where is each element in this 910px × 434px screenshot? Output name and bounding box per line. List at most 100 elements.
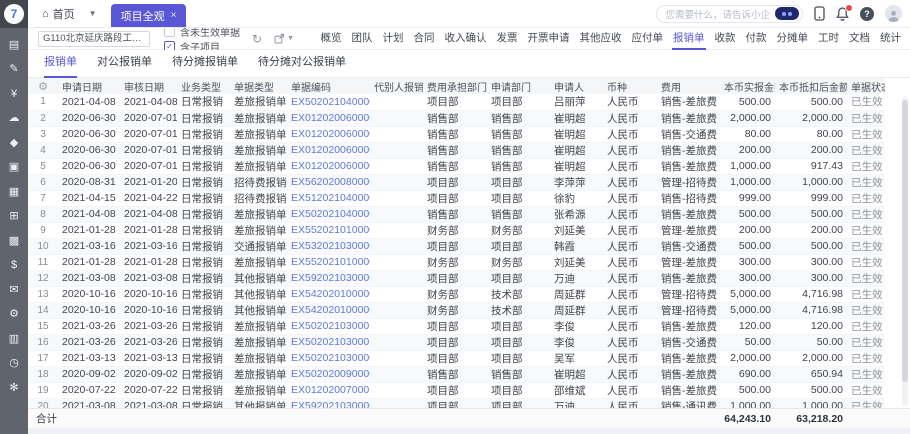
table-row[interactable]: 92021-01-282021-01-28日常报销差旅报销单…EX5520210… — [28, 222, 885, 238]
project-card-icon[interactable]: ▤ — [7, 38, 21, 52]
menu-item-付款[interactable]: 付款 — [745, 27, 768, 50]
export-icon[interactable]: ▼ — [274, 33, 294, 44]
assistant-search-input[interactable]: 您需要什么，请告诉小企 — [656, 5, 803, 23]
mobile-app-icon[interactable] — [814, 6, 825, 21]
user-avatar[interactable] — [885, 5, 902, 22]
column-settings-icon[interactable]: ⚙ — [38, 81, 48, 93]
home-tab[interactable]: ⌂ 首页 ▼ — [42, 6, 97, 22]
column-header-费用承担部门[interactable]: 费用承担部门 — [423, 78, 487, 94]
table-row[interactable]: 152021-03-262021-03-26日常报销差旅报销单…EX502021… — [28, 318, 885, 334]
document-code-link[interactable]: EX5920210300003 — [287, 270, 370, 286]
media-card-icon[interactable]: ▦ — [7, 185, 21, 199]
column-header-申请人[interactable]: 申请人 — [550, 78, 603, 94]
table-row[interactable]: 162021-03-262021-03-26日常报销差旅报销单…EX502021… — [28, 334, 885, 350]
document-code-link[interactable]: EX5020210300014 — [287, 334, 370, 350]
table-row[interactable]: 82021-04-082021-04-08日常报销差旅报销单…EX5020210… — [28, 206, 885, 222]
document-code-link[interactable]: EX0120200600007 — [287, 126, 370, 142]
menu-item-工时[interactable]: 工时 — [817, 27, 840, 50]
ledger-icon[interactable]: ¥ — [7, 87, 21, 101]
report-mail-icon[interactable]: ✉ — [7, 283, 21, 297]
document-code-link[interactable]: EX5120210400001 — [287, 190, 370, 206]
document-code-link[interactable]: EX5020210300014 — [287, 318, 370, 334]
apps-grid-icon[interactable]: ▩ — [7, 234, 21, 248]
table-scroll-area[interactable]: 12021-04-082021-04-08日常报销差旅报销单…EX5020210… — [28, 94, 910, 408]
document-code-link[interactable]: EX5920210300003 — [287, 398, 370, 408]
document-code-link[interactable]: EX5020210300006 — [287, 350, 370, 366]
column-header-单据状态[interactable]: 单据状态 — [847, 78, 885, 94]
menu-item-其他应收[interactable]: 其他应收 — [579, 27, 623, 50]
ai-assistant-icon[interactable] — [775, 7, 799, 20]
table-row[interactable]: 42020-06-302020-07-01日常报销差旅报销单…EX0120200… — [28, 142, 885, 158]
table-row[interactable]: 172021-03-132021-03-13日常报销差旅报销单…EX502021… — [28, 350, 885, 366]
menu-item-分摊单[interactable]: 分摊单 — [776, 27, 810, 50]
tab-project-overview[interactable]: 项目全观 × — [111, 4, 187, 27]
document-code-link[interactable]: EX0120200600007 — [287, 142, 370, 158]
menu-item-报销单[interactable]: 报销单 — [672, 27, 706, 50]
menu-item-概览[interactable]: 概览 — [320, 27, 343, 50]
security-shield-icon[interactable]: ◆ — [7, 136, 21, 150]
subtab-待分摊报销单[interactable]: 待分摊报销单 — [172, 53, 238, 78]
chevron-down-icon[interactable]: ▼ — [287, 35, 294, 42]
notifications-bell-icon[interactable] — [836, 7, 849, 21]
column-header-申请部门[interactable]: 申请部门 — [487, 78, 550, 94]
document-code-link[interactable]: EX5020210400004 — [287, 206, 370, 222]
menu-item-合同[interactable]: 合同 — [413, 27, 436, 50]
menu-item-文档[interactable]: 文档 — [848, 27, 871, 50]
column-header-代别人报销[interactable]: 代别人报销 — [370, 78, 423, 94]
close-icon[interactable]: × — [171, 10, 177, 21]
menu-item-收入确认[interactable]: 收入确认 — [444, 27, 488, 50]
table-row[interactable]: 112021-01-282021-01-28日常报销差旅报销单…EX552021… — [28, 254, 885, 270]
settings-gear-icon[interactable]: ⚙ — [7, 308, 21, 322]
document-code-link[interactable]: EX5420201000001 — [287, 286, 370, 302]
document-code-link[interactable]: EX5020210400003 — [287, 94, 370, 110]
table-row[interactable]: 192020-07-222020-07-22日常报销差旅报销单…EX012020… — [28, 382, 885, 398]
assets-bag-icon[interactable]: ▣ — [7, 161, 21, 175]
column-header-审核日期[interactable]: 审核日期 — [120, 78, 177, 94]
vertical-scrollbar[interactable] — [902, 96, 908, 406]
menu-item-应付单[interactable]: 应付单 — [631, 27, 665, 50]
table-row[interactable]: 182020-09-022020-09-02日常报销差旅报销单…EX502020… — [28, 366, 885, 382]
table-row[interactable]: 122021-03-082021-03-08日常报销其他报销单…EX592021… — [28, 270, 885, 286]
services-asterisk-icon[interactable]: ✻ — [7, 381, 21, 395]
document-code-link[interactable]: EX5320210300001 — [287, 238, 370, 254]
chevron-down-icon[interactable]: ▼ — [89, 9, 97, 18]
subtab-待分摊对公报销单[interactable]: 待分摊对公报销单 — [258, 53, 346, 78]
table-row[interactable]: 62020-08-312021-01-20日常报销招待费报销…EX5620200… — [28, 174, 885, 190]
column-header-费用[interactable]: 费用 — [657, 78, 720, 94]
project-selector[interactable]: G110北京延庆路段工程造价1… — [38, 31, 150, 47]
document-code-link[interactable]: EX5420201000001 — [287, 302, 370, 318]
document-code-link[interactable]: EX5020200900005 — [287, 366, 370, 382]
menu-item-收款[interactable]: 收款 — [714, 27, 737, 50]
column-header-本币抵扣后金额[interactable]: 本币抵扣后金额 — [775, 78, 847, 94]
subtab-报销单[interactable]: 报销单 — [44, 53, 77, 78]
column-header-业务类型[interactable]: 业务类型 — [177, 78, 230, 94]
table-row[interactable]: 72021-04-152021-04-22日常报销招待费报销…EX5120210… — [28, 190, 885, 206]
history-clock-icon[interactable]: ◷ — [7, 357, 21, 371]
document-code-link[interactable]: EX0120200600007 — [287, 158, 370, 174]
table-row[interactable]: 52020-06-302020-07-01日常报销差旅报销单…EX0120200… — [28, 158, 885, 174]
document-code-link[interactable]: EX5520210100003 — [287, 254, 370, 270]
contract-edit-icon[interactable]: ✎ — [7, 63, 21, 77]
help-icon[interactable]: ? — [860, 7, 874, 21]
table-row[interactable]: 12021-04-082021-04-08日常报销差旅报销单…EX5020210… — [28, 94, 885, 110]
column-header-单据编码[interactable]: 单据编码 — [287, 78, 370, 94]
scrollbar-thumb[interactable] — [902, 100, 908, 382]
finance-doc-icon[interactable]: $ — [7, 259, 21, 273]
column-header-本币实报金额[interactable]: 本币实报金额 — [720, 78, 775, 94]
table-row[interactable]: 22020-06-302020-07-01日常报销差旅报销单…EX0120200… — [28, 110, 885, 126]
column-header-单据类型[interactable]: 单据类型 — [230, 78, 287, 94]
table-row[interactable]: 142020-10-162020-10-16日常报销其他报销单…EX542020… — [28, 302, 885, 318]
analytics-bars-icon[interactable]: ▥ — [7, 332, 21, 346]
document-code-link[interactable]: EX5520210100001 — [287, 222, 370, 238]
menu-item-开票申请[interactable]: 开票申请 — [527, 27, 571, 50]
cloud-approve-icon[interactable]: ☁ — [7, 112, 21, 126]
menu-item-发票[interactable]: 发票 — [496, 27, 519, 50]
app-logo[interactable]: 7 — [0, 0, 28, 28]
column-header-币种[interactable]: 币种 — [603, 78, 657, 94]
table-row[interactable]: 202021-03-082021-03-08日常报销其他报销单…EX592021… — [28, 398, 885, 408]
menu-item-计划[interactable]: 计划 — [382, 27, 405, 50]
menu-item-团队[interactable]: 团队 — [351, 27, 374, 50]
document-code-link[interactable]: EX0120200600007 — [287, 110, 370, 126]
document-code-link[interactable]: EX5620200800001 — [287, 174, 370, 190]
column-header-申请日期[interactable]: 申请日期 — [58, 78, 120, 94]
